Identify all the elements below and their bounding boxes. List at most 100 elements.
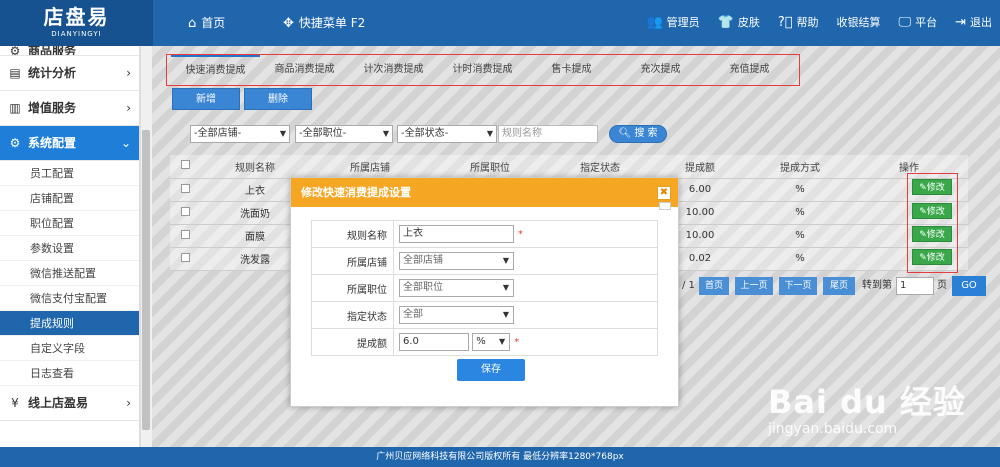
sidebar-group-online-store[interactable]: ¥ 线上店盈易 › xyxy=(0,386,139,421)
nav-checkout[interactable]: 收银结算 xyxy=(837,0,881,46)
nav-quick-menu[interactable]: ✥ 快捷菜单 F2 xyxy=(283,0,365,46)
sidebar: ⚙ 商品服务 ▤ 统计分析 › ▥ 增值服务 › ⚙ 系统配置 ⌄ 员工配置 店铺配置 职位配… xyxy=(0,46,140,447)
pager-go-button[interactable]: GO xyxy=(952,276,986,296)
save-button[interactable]: 保存 xyxy=(457,359,525,381)
tab-recharge-value[interactable]: 充值提成 xyxy=(705,55,794,85)
pager-next-button[interactable]: 下一页 xyxy=(779,277,817,295)
row-checkbox[interactable] xyxy=(180,252,190,262)
dropdown-arrow-icon: ▼ xyxy=(502,256,509,265)
sidebar-item-params[interactable]: 参数设置 xyxy=(0,236,139,261)
store-filter[interactable]: -全部店铺- ▼ xyxy=(190,125,290,143)
status-select[interactable]: 全部 ▼ xyxy=(399,306,514,324)
nav-skin[interactable]: 👕 皮肤 xyxy=(718,0,760,46)
sidebar-item-logs[interactable]: 日志查看 xyxy=(0,361,139,386)
select-all-checkbox[interactable] xyxy=(180,160,190,170)
pager-page-input[interactable]: 1 xyxy=(896,277,934,295)
home-icon: ⌂ xyxy=(188,16,197,31)
col-method: 提成方式 xyxy=(750,155,850,179)
sidebar-group-statistics[interactable]: ▤ 统计分析 › xyxy=(0,56,139,91)
edit-commission-modal: 修改快速消费提成设置 ✖ 规则名称 上衣 * 所属店铺 全部店铺 ▼ 所属职位 全部… xyxy=(290,177,679,407)
edit-label: 修改 xyxy=(926,253,945,263)
nav-quick-menu-label: 快捷菜单 F2 xyxy=(298,16,366,30)
cell-method: % xyxy=(750,224,850,248)
dropdown-arrow-icon: ▼ xyxy=(382,129,389,138)
chevron-right-icon: › xyxy=(126,101,131,115)
amount-field[interactable]: 6.0 xyxy=(399,333,469,351)
sidebar-scrollbar-thumb[interactable] xyxy=(142,130,150,430)
amount-cell: 6.0 % ▼ * xyxy=(393,328,658,356)
delete-button[interactable]: 删除 xyxy=(244,88,312,110)
status-filter[interactable]: -全部状态- ▼ xyxy=(397,125,497,143)
top-right-nav: 👥 管理员 👕 皮肤 ?⃝ 帮助 收银结算 🖵 平台 ⇥ 退出 xyxy=(646,0,1000,46)
rule-name-input[interactable]: 规则名称 xyxy=(498,125,598,143)
sidebar-group-label: 商品服务 xyxy=(28,46,77,56)
tab-card-sale[interactable]: 售卡提成 xyxy=(527,55,616,85)
sidebar-item-wechat-push[interactable]: 微信推送配置 xyxy=(0,261,139,286)
position-filter[interactable]: -全部职位- ▼ xyxy=(295,125,393,143)
add-button[interactable]: 新增 xyxy=(172,88,240,110)
chart-icon: ▤ xyxy=(9,66,21,80)
sidebar-item-wechat-alipay[interactable]: 微信支付宝配置 xyxy=(0,286,139,311)
cell-method: % xyxy=(750,178,850,202)
sidebar-group-value-added[interactable]: ▥ 增值服务 › xyxy=(0,91,139,126)
table-header-row: 规则名称 所属店铺 所属职位 指定状态 提成额 提成方式 操作 xyxy=(170,155,968,179)
form-row-store: 所属店铺 全部店铺 ▼ xyxy=(311,247,658,275)
unit-select[interactable]: % ▼ xyxy=(472,333,511,351)
tab-goods-consume[interactable]: 商品消费提成 xyxy=(260,55,349,85)
search-button[interactable]: 🔍︎ 搜 索 xyxy=(609,125,667,143)
unit-select-value: % xyxy=(476,336,486,347)
help-icon: ?⃝ xyxy=(777,15,793,30)
row-checkbox[interactable] xyxy=(180,183,190,193)
sidebar-item-commission-rules[interactable]: 提成规则 xyxy=(0,311,139,336)
position-select-value: 全部职位 xyxy=(403,282,443,293)
nav-logout[interactable]: ⇥ 退出 xyxy=(955,0,992,46)
sidebar-group-system-config[interactable]: ⚙ 系统配置 ⌄ xyxy=(0,126,139,161)
edit-label: 修改 xyxy=(926,230,945,240)
edit-button[interactable]: ✎修改 xyxy=(912,203,952,219)
edit-button[interactable]: ✎修改 xyxy=(912,226,952,242)
position-label: 所属职位 xyxy=(311,274,394,302)
col-store: 所属店铺 xyxy=(310,155,430,179)
tab-quick-consume[interactable]: 快速消费提成 xyxy=(171,55,260,85)
logo[interactable]: 店盘易 DIANYINGYI xyxy=(0,0,153,46)
sidebar-item-custom-fields[interactable]: 自定义字段 xyxy=(0,336,139,361)
nav-home-label: 首页 xyxy=(201,16,226,30)
pager-page-unit: 页 xyxy=(937,280,947,291)
nav-admin[interactable]: 👥 管理员 xyxy=(646,0,699,46)
sidebar-item-store[interactable]: 店铺配置 xyxy=(0,186,139,211)
edit-button[interactable]: ✎修改 xyxy=(912,179,952,195)
sidebar-group-label: 线上店盈易 xyxy=(28,396,89,410)
group-icon: ⚙ xyxy=(9,46,21,56)
nav-platform[interactable]: 🖵 平台 xyxy=(899,0,938,46)
nav-help[interactable]: ?⃝ 帮助 xyxy=(778,0,819,46)
row-checkbox[interactable] xyxy=(180,206,190,216)
tab-time-consume[interactable]: 计时消费提成 xyxy=(438,55,527,85)
row-checkbox[interactable] xyxy=(180,229,190,239)
rule-name-field[interactable]: 上衣 xyxy=(399,225,514,243)
pager-total: / 1 xyxy=(682,280,695,291)
search-icon: 🔍︎ xyxy=(618,128,632,139)
close-icon[interactable]: ✖ xyxy=(657,186,671,200)
nav-help-label: 帮助 xyxy=(796,16,819,29)
pager-last-button[interactable]: 尾页 xyxy=(823,277,855,295)
store-select[interactable]: 全部店铺 ▼ xyxy=(399,252,514,270)
edit-button[interactable]: ✎修改 xyxy=(912,249,952,265)
position-select[interactable]: 全部职位 ▼ xyxy=(399,279,514,297)
sidebar-item-staff[interactable]: 员工配置 xyxy=(0,161,139,186)
nav-home[interactable]: ⌂ 首页 xyxy=(188,0,225,46)
pager-first-button[interactable]: 首页 xyxy=(699,277,729,295)
sidebar-item-position[interactable]: 职位配置 xyxy=(0,211,139,236)
yen-icon: ¥ xyxy=(11,396,19,410)
sidebar-group-goods-service[interactable]: ⚙ 商品服务 xyxy=(0,46,139,56)
col-amount: 提成额 xyxy=(650,155,750,179)
tab-count-consume[interactable]: 计次消费提成 xyxy=(349,55,438,85)
pager-prev-button[interactable]: 上一页 xyxy=(735,277,773,295)
select-all-cell xyxy=(170,155,200,179)
status-filter-value: -全部状态- xyxy=(401,128,449,139)
tab-recharge-count[interactable]: 充次提成 xyxy=(616,55,705,85)
row-checkbox-cell xyxy=(170,224,200,248)
close-highlight xyxy=(659,202,671,210)
modal-title: 修改快速消费提成设置 xyxy=(291,178,678,207)
sidebar-group-label: 增值服务 xyxy=(28,101,77,115)
store-cell: 全部店铺 ▼ xyxy=(393,247,658,275)
